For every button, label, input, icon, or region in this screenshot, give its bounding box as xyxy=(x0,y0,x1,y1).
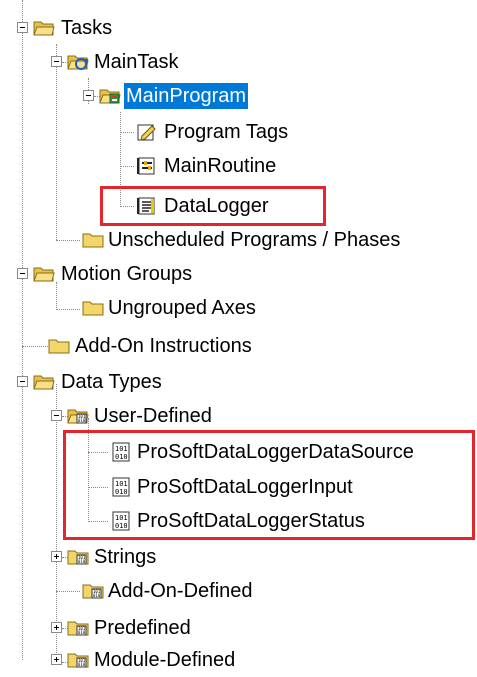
collapse-toggle[interactable] xyxy=(51,410,62,421)
tree-item-main-program[interactable]: MainProgram xyxy=(0,79,300,113)
svg-text:101: 101 xyxy=(115,514,128,522)
data-type-folder-icon: 101 010 xyxy=(67,650,89,670)
svg-text:010: 010 xyxy=(78,418,86,423)
tree-item-label: MainTask xyxy=(94,51,179,73)
structured-text-routine-icon xyxy=(136,196,158,216)
svg-text:010: 010 xyxy=(78,559,86,564)
tree-item-main-routine[interactable]: MainRoutine xyxy=(0,149,330,183)
folder-icon xyxy=(48,336,70,356)
tree-item-label: MainRoutine xyxy=(164,155,277,177)
data-type-folder-icon: 101 010 xyxy=(67,406,89,426)
tree-item-label: ProSoftDataLoggerDataSource xyxy=(137,441,414,463)
svg-text:101: 101 xyxy=(115,480,128,488)
tree-item-label: Strings xyxy=(94,546,157,568)
tree-item-data-logger[interactable]: DataLogger xyxy=(0,189,330,223)
data-type-icon: 101 010 xyxy=(110,442,132,462)
tree-item-add-on-instructions[interactable]: Add-On Instructions xyxy=(0,329,320,363)
data-type-folder-icon: 101 010 xyxy=(67,618,89,638)
tree-item-prosoft-datalogger-input[interactable]: 101 010 ProSoftDataLoggerInput xyxy=(0,470,470,504)
collapse-toggle[interactable] xyxy=(17,22,28,33)
program-icon xyxy=(99,86,121,106)
ladder-routine-icon xyxy=(136,156,158,176)
tree-item-label: User-Defined xyxy=(94,405,212,427)
data-type-folder-icon: 101 010 xyxy=(67,547,89,567)
tree-item-label: Program Tags xyxy=(164,121,289,143)
program-tags-icon xyxy=(136,122,158,142)
tree-item-label: DataLogger xyxy=(164,195,269,217)
tree-item-prosoft-datalogger-datasource[interactable]: 101 010 ProSoftDataLoggerDataSource xyxy=(0,435,470,469)
svg-text:010: 010 xyxy=(115,522,128,530)
open-folder-icon xyxy=(33,18,55,38)
svg-text:010: 010 xyxy=(115,453,128,461)
controller-organizer-tree: Tasks MainTask MainProgram Program Tags … xyxy=(0,0,477,677)
folder-icon xyxy=(82,298,104,318)
tree-item-ungrouped-axes[interactable]: Ungrouped Axes xyxy=(0,291,320,325)
tree-item-prosoft-datalogger-status[interactable]: 101 010 ProSoftDataLoggerStatus xyxy=(0,504,470,538)
collapse-toggle[interactable] xyxy=(51,56,62,67)
svg-text:010: 010 xyxy=(78,662,86,667)
tree-item-label: Tasks xyxy=(61,17,113,39)
collapse-toggle[interactable] xyxy=(83,90,94,101)
expand-toggle[interactable] xyxy=(51,551,62,562)
tree-item-user-defined[interactable]: 101 010 User-Defined xyxy=(0,399,300,433)
tree-item-label: Ungrouped Axes xyxy=(108,297,256,319)
tree-item-motion-groups[interactable]: Motion Groups xyxy=(0,257,300,291)
svg-text:010: 010 xyxy=(93,593,101,598)
tree-item-label: Unscheduled Programs / Phases xyxy=(108,229,401,251)
tree-item-unscheduled-programs[interactable]: Unscheduled Programs / Phases xyxy=(0,223,460,257)
tree-item-predefined[interactable]: 101 010 Predefined xyxy=(0,611,300,645)
expand-toggle[interactable] xyxy=(51,622,62,633)
open-folder-icon xyxy=(33,372,55,392)
tree-item-label: Add-On-Defined xyxy=(108,580,253,602)
open-folder-icon xyxy=(33,264,55,284)
tree-item-label: Add-On Instructions xyxy=(75,335,252,357)
tree-item-module-defined[interactable]: 101 010 Module-Defined xyxy=(0,643,320,677)
collapse-toggle[interactable] xyxy=(17,376,28,387)
tree-item-label: Module-Defined xyxy=(94,649,236,671)
collapse-toggle[interactable] xyxy=(17,268,28,279)
data-type-folder-icon: 101 010 xyxy=(82,581,104,601)
tree-item-label: MainProgram xyxy=(124,83,249,109)
tree-item-label: Data Types xyxy=(61,371,162,393)
svg-text:010: 010 xyxy=(115,488,128,496)
tree-item-data-types[interactable]: Data Types xyxy=(0,365,300,399)
data-type-icon: 101 010 xyxy=(110,511,132,531)
tree-item-strings[interactable]: 101 010 Strings xyxy=(0,540,300,574)
folder-icon xyxy=(82,230,104,250)
tree-item-label: Motion Groups xyxy=(61,263,193,285)
tree-item-main-task[interactable]: MainTask xyxy=(0,45,300,79)
svg-text:010: 010 xyxy=(78,630,86,635)
continuous-task-icon xyxy=(67,52,89,72)
tree-item-label: ProSoftDataLoggerStatus xyxy=(137,510,365,532)
tree-item-program-tags[interactable]: Program Tags xyxy=(0,115,330,149)
svg-text:101: 101 xyxy=(115,445,128,453)
data-type-icon: 101 010 xyxy=(110,477,132,497)
expand-toggle[interactable] xyxy=(51,654,62,665)
tree-item-label: Predefined xyxy=(94,617,191,639)
tree-item-label: ProSoftDataLoggerInput xyxy=(137,476,353,498)
tree-item-tasks[interactable]: Tasks xyxy=(0,11,300,45)
tree-item-add-on-defined[interactable]: 101 010 Add-On-Defined xyxy=(0,574,320,608)
